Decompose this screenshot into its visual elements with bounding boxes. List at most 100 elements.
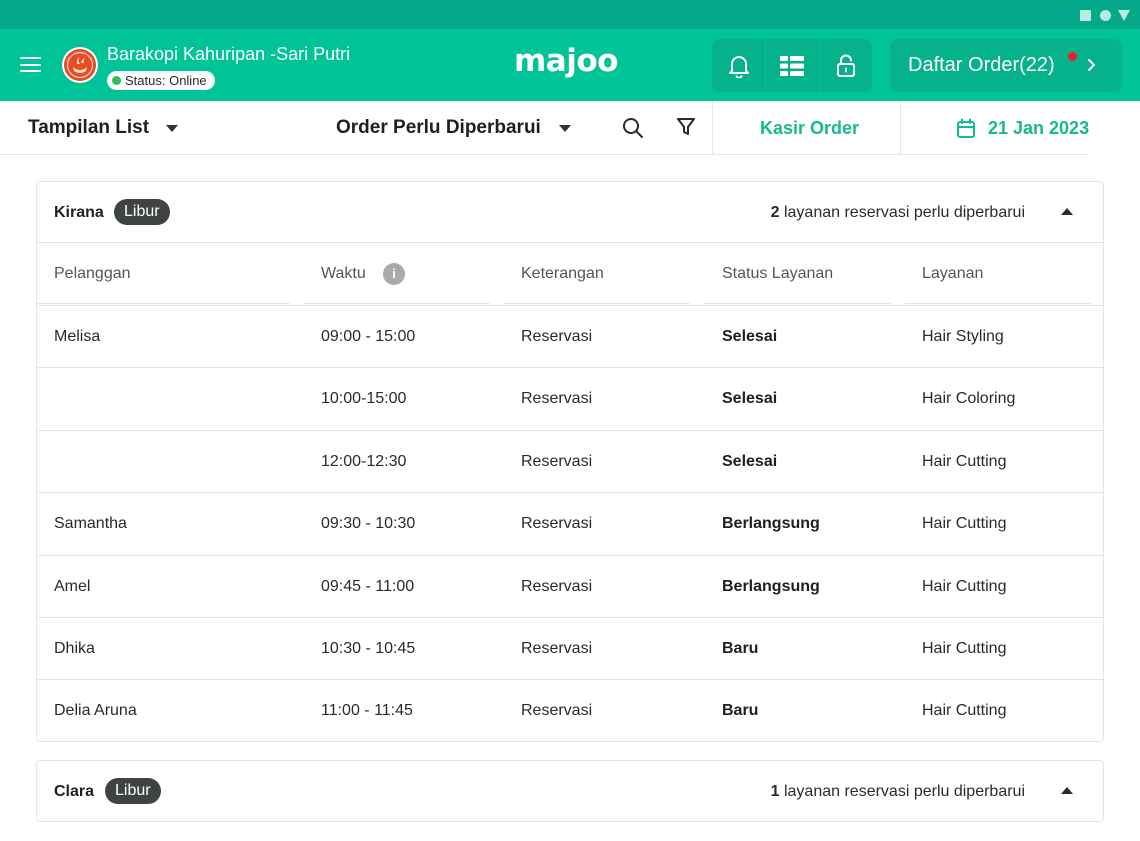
calendar-icon (957, 118, 975, 138)
pending-count-number: 2 (770, 204, 780, 221)
info-icon[interactable]: i (383, 263, 405, 285)
cell-layanan: Hair Cutting (922, 452, 1007, 470)
panel-header: Kirana Libur 2 layanan reservasi perlu d… (37, 182, 1103, 243)
online-dot-icon (112, 76, 121, 85)
table-row[interactable]: 12:00-12:30 Reservasi Selesai Hair Cutti… (37, 429, 1103, 492)
cell-pelanggan: Melisa (54, 328, 101, 345)
column-header-keterangan: Keterangan (521, 265, 604, 282)
cell-layanan: Hair Coloring (922, 390, 1016, 408)
table-row[interactable]: 10:00-15:00 Reservasi Selesai Hair Color… (37, 367, 1103, 429)
column-header-waktu: Waktu (321, 265, 366, 282)
window-square-control[interactable] (1080, 10, 1091, 21)
cell-waktu: 09:00 - 15:00 (321, 328, 416, 345)
toolbar: Tampilan List Order Perlu Diperbarui Kas… (0, 101, 1140, 155)
cell-pelanggan: Samantha (54, 515, 127, 533)
lock-button[interactable] (818, 39, 872, 92)
cell-layanan: Hair Cutting (922, 515, 1007, 533)
pending-count: 1 layanan reservasi perlu diperbarui (771, 783, 1025, 801)
column-header-pelanggan: Pelanggan (54, 265, 131, 282)
table-header: Pelanggan Waktu i Keterangan Status Laya… (37, 243, 1103, 305)
cell-waktu: 11:00 - 11:45 (321, 702, 413, 720)
cell-status: Berlangsung (722, 515, 820, 533)
caret-up-icon[interactable] (1061, 787, 1073, 794)
toolbar-divider (712, 101, 713, 155)
window-circle-control[interactable] (1100, 10, 1111, 21)
staff-name: Kirana (54, 204, 104, 221)
cell-keterangan: Reservasi (521, 639, 593, 657)
grid-view-button[interactable] (765, 39, 818, 92)
chevron-right-icon (1088, 59, 1095, 71)
window-titlebar (0, 0, 1140, 29)
panel-header: Clara Libur 1 layanan reservasi perlu di… (37, 761, 1103, 822)
cell-layanan: Hair Cutting (922, 639, 1007, 657)
bell-icon (728, 55, 749, 78)
order-list-label: Daftar Order(22) (908, 54, 1055, 76)
order-list-button[interactable]: Daftar Order(22) (890, 39, 1122, 92)
column-header-status-layanan: Status Layanan (722, 265, 834, 282)
cell-status: Selesai (722, 452, 778, 470)
table-row[interactable]: Amel 09:45 - 11:00 Reservasi Berlangsung… (37, 554, 1103, 617)
column-underline (704, 303, 891, 304)
header-actions (712, 39, 872, 92)
cell-pelanggan: Amel (54, 577, 91, 595)
table-row[interactable]: Dhika 10:30 - 10:45 Reservasi Baru Hair … (37, 616, 1103, 679)
store-avatar (62, 47, 98, 83)
app-header: Barakopi Kahuripan -Sari Putri Status: O… (0, 29, 1140, 101)
column-header-layanan: Layanan (922, 265, 984, 282)
cell-status: Selesai (722, 328, 778, 345)
cell-waktu: 09:45 - 11:00 (321, 577, 415, 595)
staff-panel-kirana: Kirana Libur 2 layanan reservasi perlu d… (36, 181, 1104, 742)
column-underline (37, 303, 290, 304)
cell-waktu: 12:00-12:30 (321, 452, 407, 470)
status-badge: Libur (114, 199, 170, 225)
cell-waktu: 10:30 - 10:45 (321, 639, 416, 657)
brand-logo: majoo (514, 43, 618, 79)
cell-status: Baru (722, 639, 759, 657)
order-filter-label: Order Perlu Diperbarui (336, 117, 541, 138)
store-name: Barakopi Kahuripan -Sari Putri (107, 44, 351, 64)
table-row[interactable]: Melisa 09:00 - 15:00 Reservasi Selesai H… (37, 305, 1103, 367)
menu-icon[interactable] (20, 55, 42, 75)
notification-button[interactable] (712, 39, 765, 92)
cell-waktu: 10:00-15:00 (321, 390, 407, 408)
window-triangle-control[interactable] (1118, 10, 1130, 21)
search-icon[interactable] (622, 117, 644, 139)
caret-down-icon (559, 125, 571, 132)
pending-count-text: layanan reservasi perlu diperbarui (783, 783, 1025, 800)
order-filter-dropdown[interactable]: Order Perlu Diperbarui (336, 117, 571, 139)
notification-dot-icon (1068, 52, 1077, 61)
cell-status: Selesai (722, 390, 778, 408)
view-dropdown[interactable]: Tampilan List (28, 117, 178, 139)
cell-keterangan: Reservasi (521, 328, 593, 345)
cell-layanan: Hair Cutting (922, 577, 1007, 595)
selected-date: 21 Jan 2023 (988, 118, 1090, 138)
view-dropdown-label: Tampilan List (28, 117, 150, 138)
status-text: Status: Online (125, 73, 207, 88)
kasir-order-button[interactable]: Kasir Order (760, 118, 859, 139)
unlock-icon (836, 54, 855, 77)
staff-panel-clara: Clara Libur 1 layanan reservasi perlu di… (36, 760, 1104, 822)
cell-keterangan: Reservasi (521, 390, 593, 408)
table-row[interactable]: Samantha 09:30 - 10:30 Reservasi Berlang… (37, 492, 1103, 554)
toolbar-divider (0, 154, 1088, 155)
cell-waktu: 09:30 - 10:30 (321, 515, 416, 533)
caret-down-icon (166, 125, 178, 132)
cell-keterangan: Reservasi (521, 702, 593, 720)
table-row[interactable]: Delia Aruna 11:00 - 11:45 Reservasi Baru… (37, 679, 1103, 741)
column-underline (504, 303, 690, 304)
status-badge: Libur (105, 778, 161, 804)
status-badge: Status: Online (107, 71, 215, 90)
toolbar-divider (900, 101, 901, 155)
cell-layanan: Hair Cutting (922, 702, 1007, 720)
cell-status: Baru (722, 702, 759, 720)
pending-count-number: 1 (770, 783, 780, 800)
cell-pelanggan: Dhika (54, 639, 95, 657)
pending-count: 2 layanan reservasi perlu diperbarui (771, 204, 1025, 222)
column-underline (905, 303, 1091, 304)
caret-up-icon[interactable] (1061, 208, 1073, 215)
filter-icon[interactable] (676, 117, 696, 137)
column-underline (304, 303, 490, 304)
cell-status: Berlangsung (722, 577, 820, 595)
cell-keterangan: Reservasi (521, 577, 593, 595)
cell-pelanggan: Delia Aruna (54, 702, 137, 720)
